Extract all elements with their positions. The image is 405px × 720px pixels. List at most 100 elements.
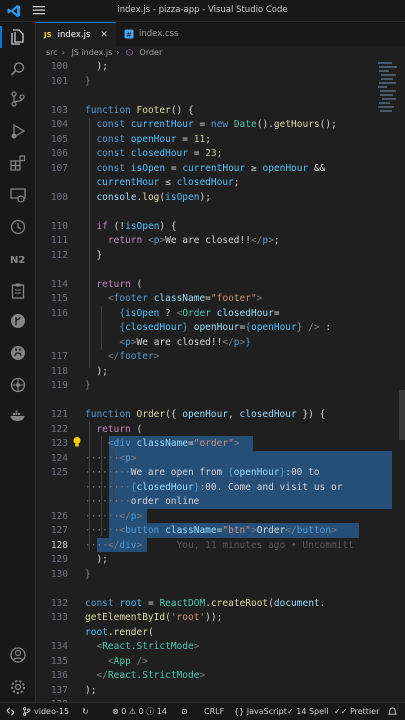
line-number: 115 [50, 293, 68, 304]
eol-indicator[interactable]: CRLF [204, 703, 224, 720]
line-number [36, 495, 68, 510]
line-number: 130 [50, 568, 68, 580]
line-number: 135 [50, 655, 68, 667]
line-number: 110 [50, 220, 68, 232]
js-file-icon: JS [44, 30, 52, 39]
line-number: 101 [50, 75, 68, 87]
remote-indicator[interactable] [6, 703, 15, 720]
title-bar: index.js - pizza-app - Visual Studio Cod… [0, 0, 405, 22]
error-count: 0 [121, 707, 127, 716]
tab-label: index.js [57, 29, 91, 40]
line-number: 118 [50, 365, 68, 377]
line-number: 122 [50, 423, 68, 435]
line-number [36, 89, 68, 104]
status-bar: video-15 ↻ ⊗ 0 ⚠ 0 ⓘ 14 ⊙ CRLF {} JavaSc… [0, 702, 405, 720]
remote-explorer-icon[interactable] [7, 184, 29, 206]
line-number: 134 [50, 641, 68, 652]
info-count: 14 [156, 707, 167, 716]
spell-label: 14 Spell [296, 707, 329, 716]
line-number-gutter: 100 101 103 104 105 106 107 108 110 111 112 114 115 1… [36, 60, 70, 702]
activity-bar: N2 [0, 22, 36, 702]
line-number: 126 [50, 510, 68, 522]
line-number: 107 [50, 162, 68, 174]
line-number: 121 [50, 409, 68, 420]
language-label: JavaScript [246, 707, 287, 716]
github-icon[interactable] [7, 342, 29, 364]
line-number: 114 [50, 278, 68, 290]
svg-text:#: # [126, 31, 132, 39]
info-icon: ⓘ [146, 707, 155, 716]
tab-label: index.css [139, 29, 179, 39]
settings-gear-icon[interactable] [7, 676, 29, 698]
spell-indicator[interactable]: ✓ 14 Spell [287, 703, 329, 720]
search-icon[interactable] [7, 58, 29, 80]
language-indicator[interactable]: {} JavaScript [234, 703, 287, 720]
minimap[interactable] [377, 60, 399, 180]
line-number: 124 [50, 452, 68, 464]
kubernetes-icon[interactable] [7, 374, 29, 396]
run-debug-icon[interactable] [7, 120, 29, 142]
docker-icon[interactable] [7, 404, 29, 426]
line-number: 106 [50, 148, 68, 159]
line-number: 136 [50, 670, 68, 681]
problems-indicator[interactable]: ⊗ 0 ⚠ 0 ⓘ 14 [112, 703, 167, 720]
branch-indicator[interactable]: video-15 [22, 703, 69, 720]
line-number: 137 [50, 684, 68, 696]
line-number: 119 [50, 380, 68, 391]
warning-count: 0 [138, 707, 144, 716]
line-number: 105 [50, 133, 68, 145]
formatter-label: Prettier [349, 707, 380, 716]
line-number [36, 176, 68, 191]
timeline-icon[interactable] [7, 216, 29, 238]
line-number: 132 [50, 597, 68, 609]
explorer-icon[interactable] [0, 26, 29, 48]
git-blame-annotation: You, 11 minutes ago • Uncommitt [176, 539, 354, 551]
line-number: 100 [50, 61, 68, 72]
line-number [36, 626, 68, 641]
line-number: 103 [50, 104, 68, 116]
tab-index-css[interactable]: # index.css [116, 22, 196, 46]
extensions-icon[interactable] [7, 152, 29, 174]
breadcrumb-item[interactable]: Order [140, 48, 163, 57]
line-number: 117 [50, 351, 68, 362]
remote-icon [6, 707, 15, 716]
git-graph-icon[interactable] [7, 310, 29, 332]
branch-name: video-15 [34, 707, 70, 716]
line-number [36, 394, 68, 409]
line-number: 112 [50, 249, 68, 261]
line-number [36, 205, 68, 220]
line-number [36, 582, 68, 597]
window-title: index.js - pizza-app - Visual Studio Cod… [117, 5, 288, 15]
line-number: 133 [50, 612, 68, 623]
line-number: 127 [50, 525, 68, 536]
line-number [36, 321, 68, 336]
warning-icon: ⚠ [128, 707, 137, 716]
double-check-icon: ✓✓ [334, 707, 348, 716]
source-control-icon[interactable] [7, 88, 29, 110]
braces-icon: {} [234, 707, 245, 716]
svg-text:N2: N2 [10, 255, 25, 266]
sync-icon[interactable]: ↻ [82, 703, 89, 720]
code-editor[interactable]: 100 101 103 104 105 106 107 108 110 111 112 114 115 1… [36, 60, 405, 702]
tab-index-js[interactable]: JS index.js ✕ [36, 22, 116, 46]
notifications-icon[interactable] [387, 703, 398, 720]
line-number: 104 [50, 119, 68, 130]
breadcrumb-item[interactable]: src [46, 48, 58, 57]
account-icon[interactable] [7, 644, 29, 666]
line-number [36, 336, 68, 351]
line-number: 111 [50, 235, 68, 246]
breadcrumb-item[interactable]: JS index.js [71, 48, 112, 57]
close-tab-icon[interactable]: ✕ [100, 30, 108, 40]
live-share-icon[interactable]: ⊙ [181, 703, 188, 720]
clipboard-icon[interactable] [7, 280, 29, 302]
vertical-scrollbar[interactable] [399, 390, 405, 440]
line-number [36, 263, 68, 278]
line-number: 123 [50, 438, 68, 449]
prettier-indicator[interactable]: ✓✓ Prettier [334, 703, 379, 720]
lightbulb-icon[interactable] [72, 436, 82, 448]
code-area[interactable]: ); } function Footer() { const currentHo… [85, 60, 392, 702]
line-number [36, 481, 68, 496]
line-number: 125 [50, 467, 68, 478]
n2-icon[interactable]: N2 [7, 248, 29, 270]
css-file-icon: # [124, 29, 134, 39]
